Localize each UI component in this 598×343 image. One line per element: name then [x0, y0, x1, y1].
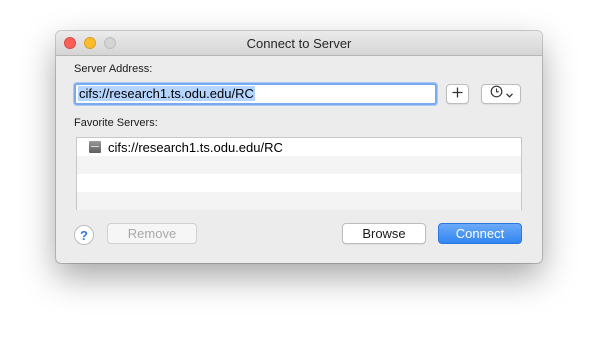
browse-button[interactable]: Browse [342, 223, 426, 244]
list-empty-row [77, 174, 521, 192]
help-button[interactable]: ? [74, 225, 94, 245]
list-item[interactable]: cifs://research1.ts.odu.edu/RC [77, 138, 521, 156]
connect-button[interactable]: Connect [438, 223, 522, 244]
window-title: Connect to Server [246, 36, 352, 51]
title-bar: Connect to Server [56, 31, 542, 56]
server-address-input[interactable]: cifs://research1.ts.odu.edu/RC [74, 83, 437, 105]
server-address-value: cifs://research1.ts.odu.edu/RC [78, 86, 255, 101]
server-address-label: Server Address: [74, 63, 153, 75]
recent-servers-button[interactable] [481, 84, 521, 104]
connect-to-server-dialog: Connect to Server Server Address: cifs:/… [56, 31, 542, 263]
list-empty-row [77, 156, 521, 174]
plus-icon [452, 85, 463, 103]
favorite-server-label: cifs://research1.ts.odu.edu/RC [108, 139, 283, 155]
remove-button: Remove [107, 223, 197, 244]
add-favorite-button[interactable] [446, 84, 469, 104]
favorite-servers-list[interactable]: cifs://research1.ts.odu.edu/RC [76, 137, 522, 210]
clock-icon [490, 85, 503, 103]
network-drive-icon [89, 141, 101, 153]
list-empty-row [77, 192, 521, 210]
favorite-servers-label: Favorite Servers: [74, 117, 158, 129]
chevron-down-icon [505, 85, 513, 103]
